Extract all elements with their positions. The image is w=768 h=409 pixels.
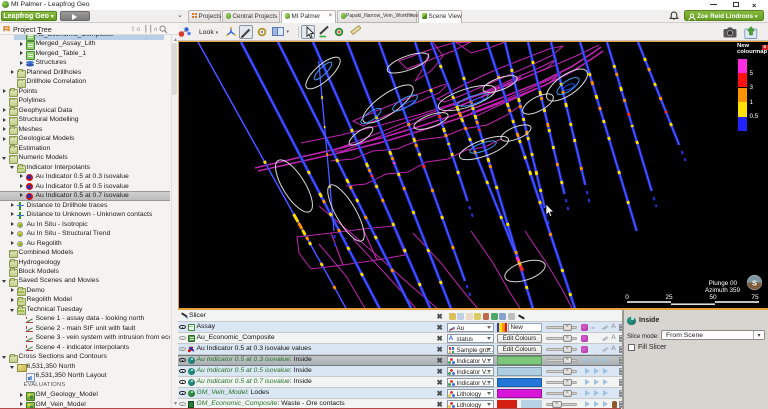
svg-text:0: 0: [625, 294, 629, 301]
svg-text:25: 25: [665, 294, 673, 301]
svg-text:Azimuth 359: Azimuth 359: [705, 287, 740, 294]
svg-text:50: 50: [709, 294, 717, 301]
svg-text:S: S: [752, 279, 757, 288]
svg-text:75: 75: [751, 294, 759, 301]
svg-text:Plunge 00: Plunge 00: [709, 280, 738, 287]
